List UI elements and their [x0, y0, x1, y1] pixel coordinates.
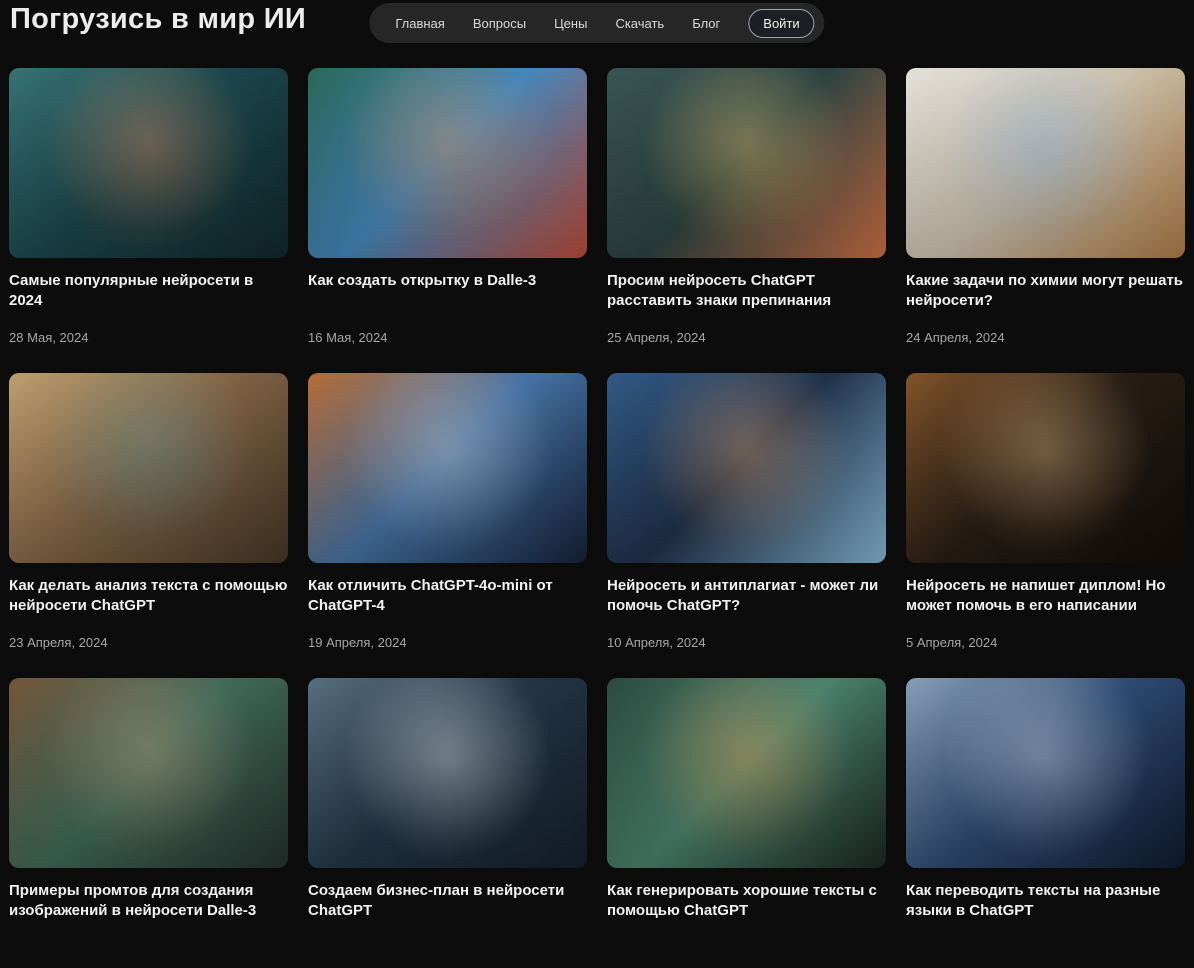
- article-title[interactable]: Как создать открытку в Dalle-3: [308, 271, 587, 330]
- article-image[interactable]: [9, 678, 288, 868]
- article-image[interactable]: [9, 373, 288, 563]
- article-title[interactable]: Как делать анализ текста с помощью нейро…: [9, 576, 288, 635]
- nav-item-home[interactable]: Главная: [395, 16, 444, 31]
- article-title[interactable]: Нейросеть не напишет диплом! Но может по…: [906, 576, 1185, 635]
- article-card[interactable]: Как переводить тексты на разные языки в …: [906, 678, 1185, 940]
- page-header: Погрузись в мир ИИ Главная Вопросы Цены Ска…: [0, 0, 1194, 64]
- article-date: 28 Мая, 2024: [9, 330, 89, 345]
- article-title[interactable]: Примеры промтов для создания изображений…: [9, 881, 288, 940]
- article-card[interactable]: Какие задачи по химии могут решать нейро…: [906, 68, 1185, 345]
- article-date: 25 Апреля, 2024: [607, 330, 706, 345]
- article-title[interactable]: Просим нейросеть ChatGPT расставить знак…: [607, 271, 886, 330]
- nav-item-prices[interactable]: Цены: [554, 16, 587, 31]
- article-card[interactable]: Как отличить ChatGPT-4o-mini от ChatGPT-…: [308, 373, 587, 650]
- article-image[interactable]: [906, 373, 1185, 563]
- article-card[interactable]: Как генерировать хорошие тексты с помощь…: [607, 678, 886, 940]
- nav-item-questions[interactable]: Вопросы: [473, 16, 526, 31]
- article-date: 10 Апреля, 2024: [607, 635, 706, 650]
- nav-item-download[interactable]: Скачать: [615, 16, 664, 31]
- article-card[interactable]: Нейросеть и антиплагиат - может ли помоч…: [607, 373, 886, 650]
- article-card[interactable]: Нейросеть не напишет диплом! Но может по…: [906, 373, 1185, 650]
- article-title[interactable]: Как переводить тексты на разные языки в …: [906, 881, 1185, 940]
- article-image[interactable]: [308, 68, 587, 258]
- article-title[interactable]: Нейросеть и антиплагиат - может ли помоч…: [607, 576, 886, 635]
- nav-item-blog[interactable]: Блог: [692, 16, 720, 31]
- article-title[interactable]: Как генерировать хорошие тексты с помощь…: [607, 881, 886, 940]
- article-image[interactable]: [607, 68, 886, 258]
- article-card[interactable]: Просим нейросеть ChatGPT расставить знак…: [607, 68, 886, 345]
- article-image[interactable]: [9, 68, 288, 258]
- article-card[interactable]: Как делать анализ текста с помощью нейро…: [9, 373, 288, 650]
- article-image[interactable]: [607, 373, 886, 563]
- login-button[interactable]: Войти: [748, 8, 815, 38]
- article-title[interactable]: Самые популярные нейросети в 2024: [9, 271, 288, 330]
- article-card[interactable]: Как создать открытку в Dalle-3 16 Мая, 20…: [308, 68, 587, 345]
- article-date: 16 Мая, 2024: [308, 330, 388, 345]
- article-date: 5 Апреля, 2024: [906, 635, 998, 650]
- article-date: 24 Апреля, 2024: [906, 330, 1005, 345]
- article-image[interactable]: [308, 373, 587, 563]
- article-image[interactable]: [308, 678, 587, 868]
- article-grid: Самые популярные нейросети в 2024 28 Мая,…: [0, 64, 1194, 968]
- article-image[interactable]: [906, 678, 1185, 868]
- article-card[interactable]: Примеры промтов для создания изображений…: [9, 678, 288, 940]
- article-card[interactable]: Создаем бизнес-план в нейросети ChatGPT: [308, 678, 587, 940]
- article-title[interactable]: Какие задачи по химии могут решать нейро…: [906, 271, 1185, 330]
- article-title[interactable]: Создаем бизнес-план в нейросети ChatGPT: [308, 881, 587, 940]
- article-date: 19 Апреля, 2024: [308, 635, 407, 650]
- article-card[interactable]: Самые популярные нейросети в 2024 28 Мая,…: [9, 68, 288, 345]
- main-nav: Главная Вопросы Цены Скачать Блог Войти: [369, 3, 825, 43]
- article-title[interactable]: Как отличить ChatGPT-4o-mini от ChatGPT-…: [308, 576, 587, 635]
- article-date: 23 Апреля, 2024: [9, 635, 108, 650]
- article-image[interactable]: [607, 678, 886, 868]
- article-image[interactable]: [906, 68, 1185, 258]
